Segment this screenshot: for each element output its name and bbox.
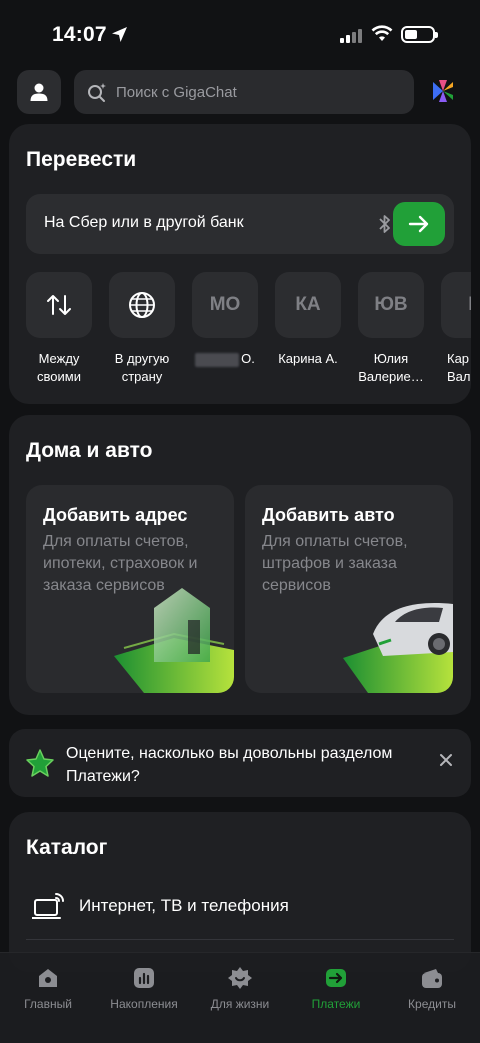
contact-avatar: К (441, 272, 471, 338)
tab-lifestyle[interactable]: Для жизни (192, 965, 288, 1011)
laptop-wifi-icon (32, 893, 64, 919)
add-auto-tile[interactable]: Добавить авто Для оплаты счетов, штрафов… (245, 485, 453, 693)
status-bar: 14:07 (0, 0, 480, 66)
home-auto-card: Дома и авто Добавить адрес Для оплаты сч… (9, 415, 471, 715)
swap-arrows-icon (47, 295, 71, 315)
status-time: 14:07 (52, 23, 107, 46)
transfer-input-label: На Сбер или в другой банк (44, 214, 244, 231)
tile-title: Добавить адрес (43, 505, 188, 525)
tab-credits[interactable]: Кредиты (384, 965, 480, 1011)
house-illustration-icon (114, 588, 234, 693)
tab-main[interactable]: Главный (0, 965, 96, 1011)
catalog-item-label: Интернет, ТВ и телефония (79, 896, 289, 915)
contact-name: В другую страну (114, 351, 170, 384)
star-icon (26, 749, 54, 777)
search-input[interactable]: Поиск с GigaChat (74, 70, 414, 114)
contact-yuv[interactable]: ЮВ Юлия Валерие… (350, 272, 432, 386)
wallet-icon (422, 969, 442, 988)
rating-banner[interactable]: Оцените, насколько вы довольны разделом … (9, 729, 471, 797)
contact-name: Карина А. (278, 351, 338, 366)
gigachat-search-icon (88, 83, 106, 102)
lifestyle-icon (228, 967, 252, 989)
cellular-signal-icon (340, 29, 362, 43)
contact-name: О. (184, 350, 266, 368)
redacted-name (195, 352, 240, 367)
person-icon (30, 83, 48, 101)
profile-button[interactable] (17, 70, 61, 114)
contact-ka[interactable]: КА Карина А. (267, 272, 349, 368)
contact-mo[interactable]: МО О. (184, 272, 266, 368)
transfer-card: Перевести На Сбер или в другой банк Межд… (9, 124, 471, 404)
tab-label: Платежи (311, 997, 361, 1011)
tile-title: Добавить авто (262, 505, 395, 525)
bluetooth-icon[interactable] (378, 214, 392, 234)
transfer-input[interactable]: На Сбер или в другой банк (26, 194, 454, 254)
transfer-contacts: Между своими В другую страну МО О. КА Кари… (9, 272, 471, 392)
search-placeholder: Поиск с GigaChat (116, 83, 237, 101)
contact-name: Между своими (37, 351, 81, 384)
battery-icon (401, 26, 438, 43)
home-auto-title: Дома и авто (26, 439, 153, 462)
transfer-title: Перевести (26, 148, 137, 171)
contact-avatar: МО (192, 272, 258, 338)
tab-label: Главный (24, 997, 72, 1011)
wifi-icon (371, 25, 393, 41)
top-bar: Поиск с GigaChat (0, 70, 480, 114)
tab-label: Для жизни (210, 997, 270, 1011)
globe-icon (129, 292, 155, 318)
arrow-right-icon (408, 215, 429, 233)
close-icon[interactable] (439, 753, 453, 767)
contact-avatar (109, 272, 175, 338)
transfer-go-button[interactable] (393, 202, 445, 246)
contact-k[interactable]: К КарВале (433, 272, 471, 386)
tab-label: Накопления (110, 997, 178, 1011)
car-illustration-icon (343, 603, 453, 693)
location-arrow-icon (112, 27, 127, 42)
rating-text: Оцените, насколько вы довольны разделом … (66, 745, 393, 785)
contact-between-own[interactable]: Между своими (18, 272, 100, 386)
catalog-item-internet[interactable]: Интернет, ТВ и телефония (26, 890, 454, 940)
savings-chart-icon (134, 968, 154, 988)
tab-label: Кредиты (408, 997, 456, 1011)
contact-other-country[interactable]: В другую страну (101, 272, 183, 386)
tab-payments[interactable]: Платежи (288, 965, 384, 1011)
sber-assistant-logo-icon[interactable] (430, 78, 456, 104)
contact-name: КарВале (447, 351, 471, 384)
add-address-tile[interactable]: Добавить адрес Для оплаты счетов, ипотек… (26, 485, 234, 693)
home-icon (39, 969, 57, 987)
payments-icon (326, 969, 346, 987)
contact-avatar (26, 272, 92, 338)
tab-savings[interactable]: Накопления (96, 965, 192, 1011)
catalog-title: Каталог (26, 836, 108, 859)
bottom-tab-bar: Главный Накопления Для жизни Платежи Кре… (0, 952, 480, 1043)
contact-avatar: КА (275, 272, 341, 338)
contact-name: Юлия Валерие… (358, 351, 424, 384)
catalog-card: Каталог Интернет, ТВ и телефония (9, 812, 471, 972)
contact-avatar: ЮВ (358, 272, 424, 338)
